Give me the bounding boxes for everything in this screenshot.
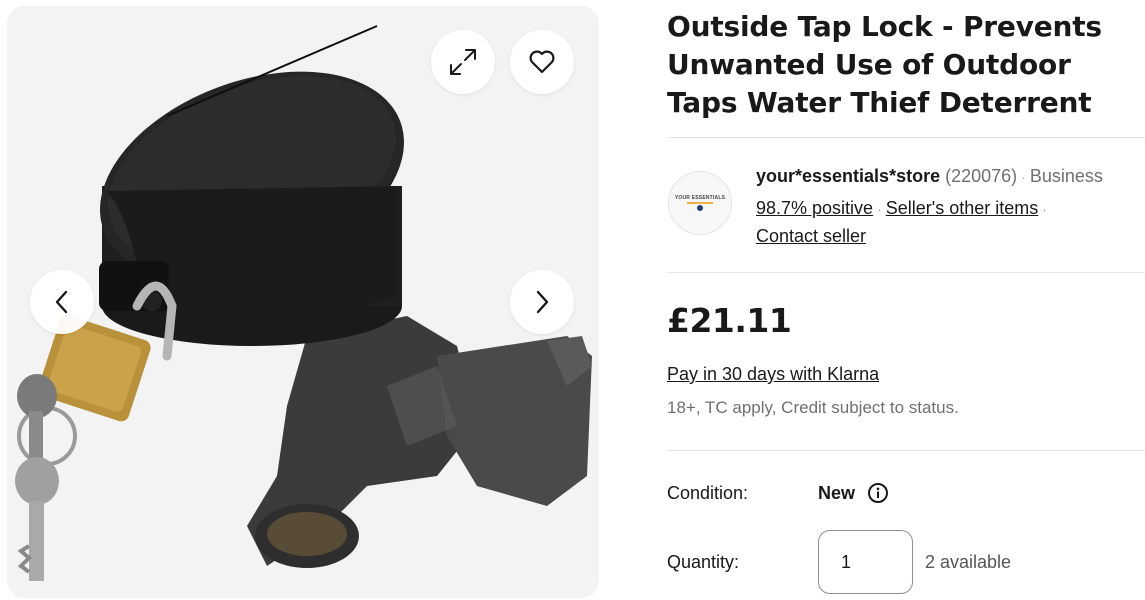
condition-label: Condition: [667,483,749,503]
expand-icon [450,49,476,75]
store-logo-icon [687,202,713,211]
chevron-left-icon [55,290,68,314]
expand-button[interactable] [431,30,495,94]
next-image-button[interactable] [510,270,574,334]
divider [667,450,1145,451]
condition-value-group: New [818,480,889,506]
seller-info: your*essentials*store (220076) · Business [756,163,1103,190]
positive-feedback-link[interactable]: 98.7% positive [756,198,873,218]
contact-seller-link[interactable]: Contact seller [756,226,866,246]
divider [667,137,1145,138]
quantity-label: Quantity: [667,552,740,572]
chevron-right-icon [536,290,549,314]
quantity-available: 2 available [925,552,1012,572]
seller-name[interactable]: your*essentials*store [756,166,940,186]
previous-image-button[interactable] [30,270,94,334]
seller-contact-row: Contact seller [756,223,866,249]
seller-type: Business [1029,166,1103,186]
image-gallery [7,6,599,598]
separator-dot: · [1042,201,1047,217]
heart-icon [529,50,555,74]
separator-dot: · [1021,169,1026,185]
condition-value: New [818,483,856,503]
seller-links: 98.7% positive · Seller's other items · [756,195,1051,222]
price: £21.11 [667,301,792,340]
credit-note: 18+, TC apply, Credit subject to status. [667,398,959,417]
info-icon[interactable] [867,482,889,504]
separator-dot: · [877,201,882,217]
watch-button[interactable] [510,30,574,94]
feedback-count: (220076) [945,166,1018,186]
seller-other-items-link[interactable]: Seller's other items [886,198,1039,218]
seller-avatar[interactable]: YOUR ESSENTIALS [668,171,732,235]
listing-title: Outside Tap Lock - Prevents Unwanted Use… [667,10,1102,119]
klarna-link[interactable]: Pay in 30 days with Klarna [667,361,879,387]
divider [667,272,1145,273]
quantity-input[interactable] [818,530,913,594]
